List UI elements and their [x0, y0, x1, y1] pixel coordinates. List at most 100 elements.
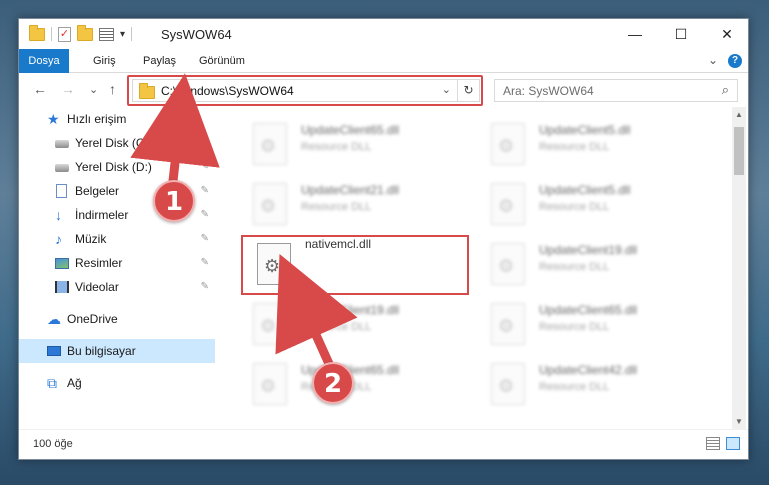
- file-item[interactable]: UpdateClient65.dll Resource DLL: [477, 295, 707, 353]
- dll-file-icon: [253, 183, 287, 225]
- sidebar-item-this-pc[interactable]: Bu bilgisayar: [19, 339, 215, 363]
- file-type: Resource DLL: [301, 201, 372, 213]
- file-item[interactable]: UpdateClient19.dll Resource DLL: [477, 235, 707, 293]
- file-type: Resource DLL: [539, 321, 610, 333]
- status-bar: 100 öğe: [19, 429, 748, 459]
- recent-locations-button[interactable]: ⌄: [89, 83, 98, 96]
- back-button[interactable]: ←: [33, 81, 47, 97]
- dll-file-icon: [491, 123, 525, 165]
- file-item[interactable]: UpdateClient65.dll Resource DLL: [239, 115, 469, 173]
- sidebar-item-local-disk-d[interactable]: Yerel Disk (D:) ✎: [19, 155, 215, 179]
- pictures-icon: [55, 258, 69, 269]
- up-button[interactable]: ↑: [109, 81, 116, 97]
- file-item[interactable]: UpdateClient19.dll Resource DLL: [239, 295, 469, 353]
- pin-icon[interactable]: ✎: [201, 233, 209, 244]
- pin-icon[interactable]: ✎: [201, 137, 209, 148]
- file-type: Resource DLL: [301, 321, 372, 333]
- sidebar-item-local-disk-c[interactable]: Yerel Disk (C:) ✎: [19, 131, 215, 155]
- file-name: UpdateClient19.dll: [539, 243, 638, 257]
- sidebar-item-label: OneDrive: [67, 312, 118, 326]
- file-name: UpdateClient65.dll: [539, 303, 638, 317]
- sidebar-item-label: Yerel Disk (C:): [75, 136, 152, 150]
- file-item[interactable]: UpdateClient21.dll Resource DLL: [239, 175, 469, 233]
- tab-home[interactable]: Giriş: [81, 49, 128, 73]
- disk-icon: [55, 164, 69, 172]
- sidebar-item-network[interactable]: ⧉ Ağ: [19, 371, 215, 395]
- forward-button[interactable]: →: [61, 81, 75, 97]
- ribbon-tabs: Dosya Giriş Paylaş Görünüm ⌄ ?: [19, 49, 748, 73]
- sidebar-item-label: İndirmeler: [75, 208, 129, 222]
- address-highlight-box: [127, 75, 483, 106]
- tab-file[interactable]: Dosya: [19, 49, 69, 73]
- scroll-down-icon[interactable]: ▼: [732, 417, 746, 426]
- toolbar-dropdown-icon[interactable]: ▾: [120, 29, 125, 40]
- file-name: UpdateClient5.dll: [539, 183, 631, 197]
- sidebar-item-onedrive[interactable]: ☁ OneDrive: [19, 307, 215, 331]
- cloud-icon: ☁: [47, 311, 61, 327]
- file-explorer-window: ✓ ▾ SysWOW64 — ☐ ✕ Dosya Giriş Paylaş Gö…: [18, 18, 749, 460]
- sidebar-item-label: Yerel Disk (D:): [75, 160, 152, 174]
- step-badge-2: 2: [312, 362, 354, 404]
- search-icon[interactable]: ⌕: [722, 82, 729, 98]
- file-item[interactable]: UpdateClient65.dll Resource DLL: [239, 355, 469, 413]
- network-icon: ⧉: [47, 375, 57, 391]
- file-type: Resource DLL: [539, 261, 610, 273]
- new-folder-icon[interactable]: [77, 24, 93, 41]
- scroll-up-icon[interactable]: ▲: [732, 110, 746, 119]
- window-title: SysWOW64: [161, 27, 232, 42]
- file-type: Resource DLL: [301, 141, 372, 153]
- quick-access-toolbar: ✓ ▾: [29, 24, 133, 43]
- file-type: Resource DLL: [539, 141, 610, 153]
- sidebar-item-music[interactable]: ♪ Müzik ✎: [19, 227, 215, 251]
- pin-icon[interactable]: ✎: [201, 257, 209, 268]
- dll-file-icon: [491, 183, 525, 225]
- close-button[interactable]: ✕: [704, 19, 750, 49]
- folder-icon: [29, 24, 45, 41]
- search-placeholder[interactable]: Ara: SysWOW64: [503, 84, 594, 98]
- expand-ribbon-icon[interactable]: ⌄: [708, 53, 718, 67]
- file-item[interactable]: UpdateClient42.dll Resource DLL: [477, 355, 707, 413]
- download-icon: ↓: [55, 207, 62, 223]
- pin-icon[interactable]: ✎: [201, 209, 209, 220]
- document-icon: [56, 184, 67, 198]
- dll-file-icon: [253, 123, 287, 165]
- music-icon: ♪: [55, 231, 62, 247]
- sidebar-item-label: Belgeler: [75, 184, 120, 198]
- dll-file-icon: [491, 363, 525, 405]
- sidebar-item-label: Bu bilgisayar: [67, 344, 136, 358]
- search-box[interactable]: Ara: SysWOW64 ⌕: [494, 79, 738, 102]
- dll-file-icon: [491, 303, 525, 345]
- file-highlight-box: [241, 235, 469, 295]
- sidebar-item-quick-access[interactable]: ★ Hızlı erişim: [19, 107, 215, 131]
- file-name: UpdateClient21.dll: [301, 183, 400, 197]
- file-type: Resource DLL: [539, 201, 610, 213]
- dll-file-icon: [253, 363, 287, 405]
- scrollbar-thumb[interactable]: [734, 127, 744, 175]
- file-name: UpdateClient42.dll: [539, 363, 638, 377]
- sidebar-item-videos[interactable]: Videolar ✎: [19, 275, 215, 299]
- minimize-button[interactable]: —: [612, 19, 658, 49]
- sidebar-item-pictures[interactable]: Resimler ✎: [19, 251, 215, 275]
- navigation-bar: ← → ⌄ ↑ C:\Windows\SysWOW64 ⌄ ↻ Ara: Sys…: [19, 74, 748, 106]
- file-item[interactable]: UpdateClient5.dll Resource DLL: [477, 175, 707, 233]
- large-icons-view-icon[interactable]: [726, 437, 740, 450]
- sidebar-item-label: Resimler: [75, 256, 123, 270]
- dll-file-icon: [253, 303, 287, 345]
- file-type: Resource DLL: [539, 381, 610, 393]
- maximize-button[interactable]: ☐: [658, 19, 704, 49]
- title-bar: ✓ ▾ SysWOW64 — ☐ ✕: [19, 19, 748, 49]
- vertical-scrollbar[interactable]: ▲ ▼: [732, 107, 746, 429]
- details-view-icon[interactable]: [706, 437, 720, 450]
- customize-toolbar-icon[interactable]: [99, 27, 114, 41]
- help-icon[interactable]: ?: [728, 54, 742, 68]
- pin-icon[interactable]: ✎: [201, 281, 209, 292]
- file-name: UpdateClient65.dll: [301, 123, 400, 137]
- tab-share[interactable]: Paylaş: [131, 49, 188, 73]
- pin-icon[interactable]: ✎: [201, 161, 209, 172]
- dll-file-icon: [491, 243, 525, 285]
- toolbar-divider: [131, 27, 133, 41]
- tab-view[interactable]: Görünüm: [187, 49, 257, 73]
- properties-check-icon[interactable]: ✓: [58, 26, 71, 42]
- file-item[interactable]: UpdateClient5.dll Resource DLL: [477, 115, 707, 173]
- pin-icon[interactable]: ✎: [201, 185, 209, 196]
